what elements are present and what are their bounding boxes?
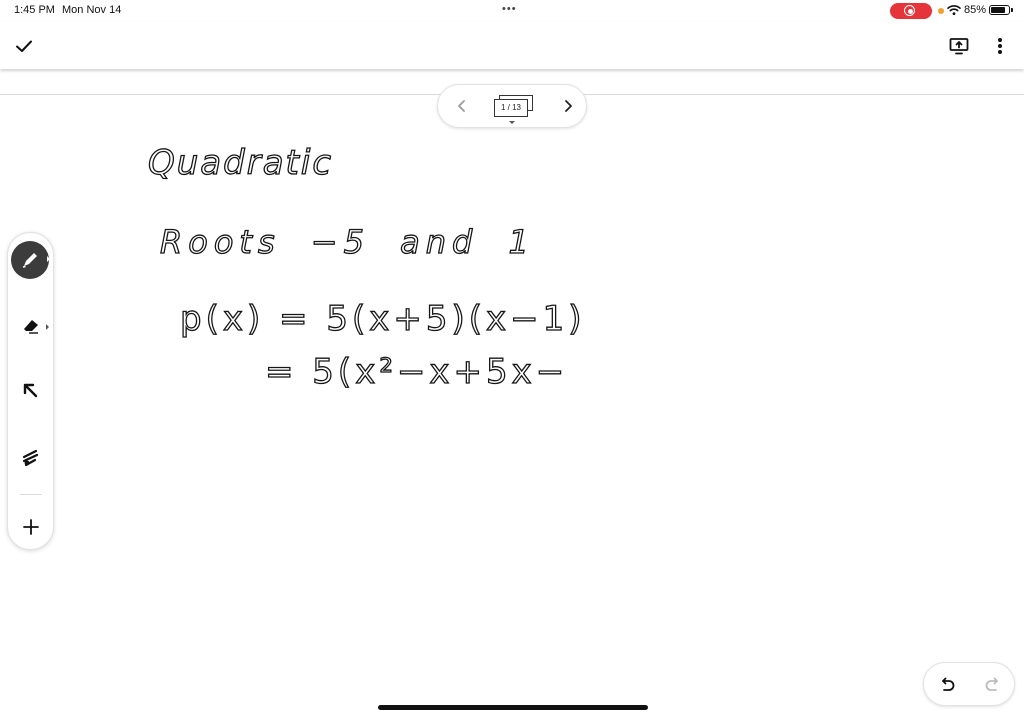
handwritten-line-3: p(x) = 5(x+5)(x−1): [180, 299, 586, 339]
home-indicator[interactable]: [378, 705, 648, 710]
redo-icon: [985, 677, 998, 691]
undo-redo-controls: [923, 662, 1015, 706]
handwritten-line-4: = 5(x²−x+5x−: [265, 352, 568, 392]
undo-button[interactable]: [936, 674, 958, 696]
undo-icon: [942, 677, 955, 691]
handwriting-canvas[interactable]: Quadratic Roots −5 and 1 p(x) = 5(x+5)(x…: [0, 0, 1024, 716]
handwritten-line-2: Roots −5 and 1: [160, 223, 535, 261]
redo-button[interactable]: [982, 674, 1004, 696]
handwritten-line-1: Quadratic: [148, 143, 333, 183]
